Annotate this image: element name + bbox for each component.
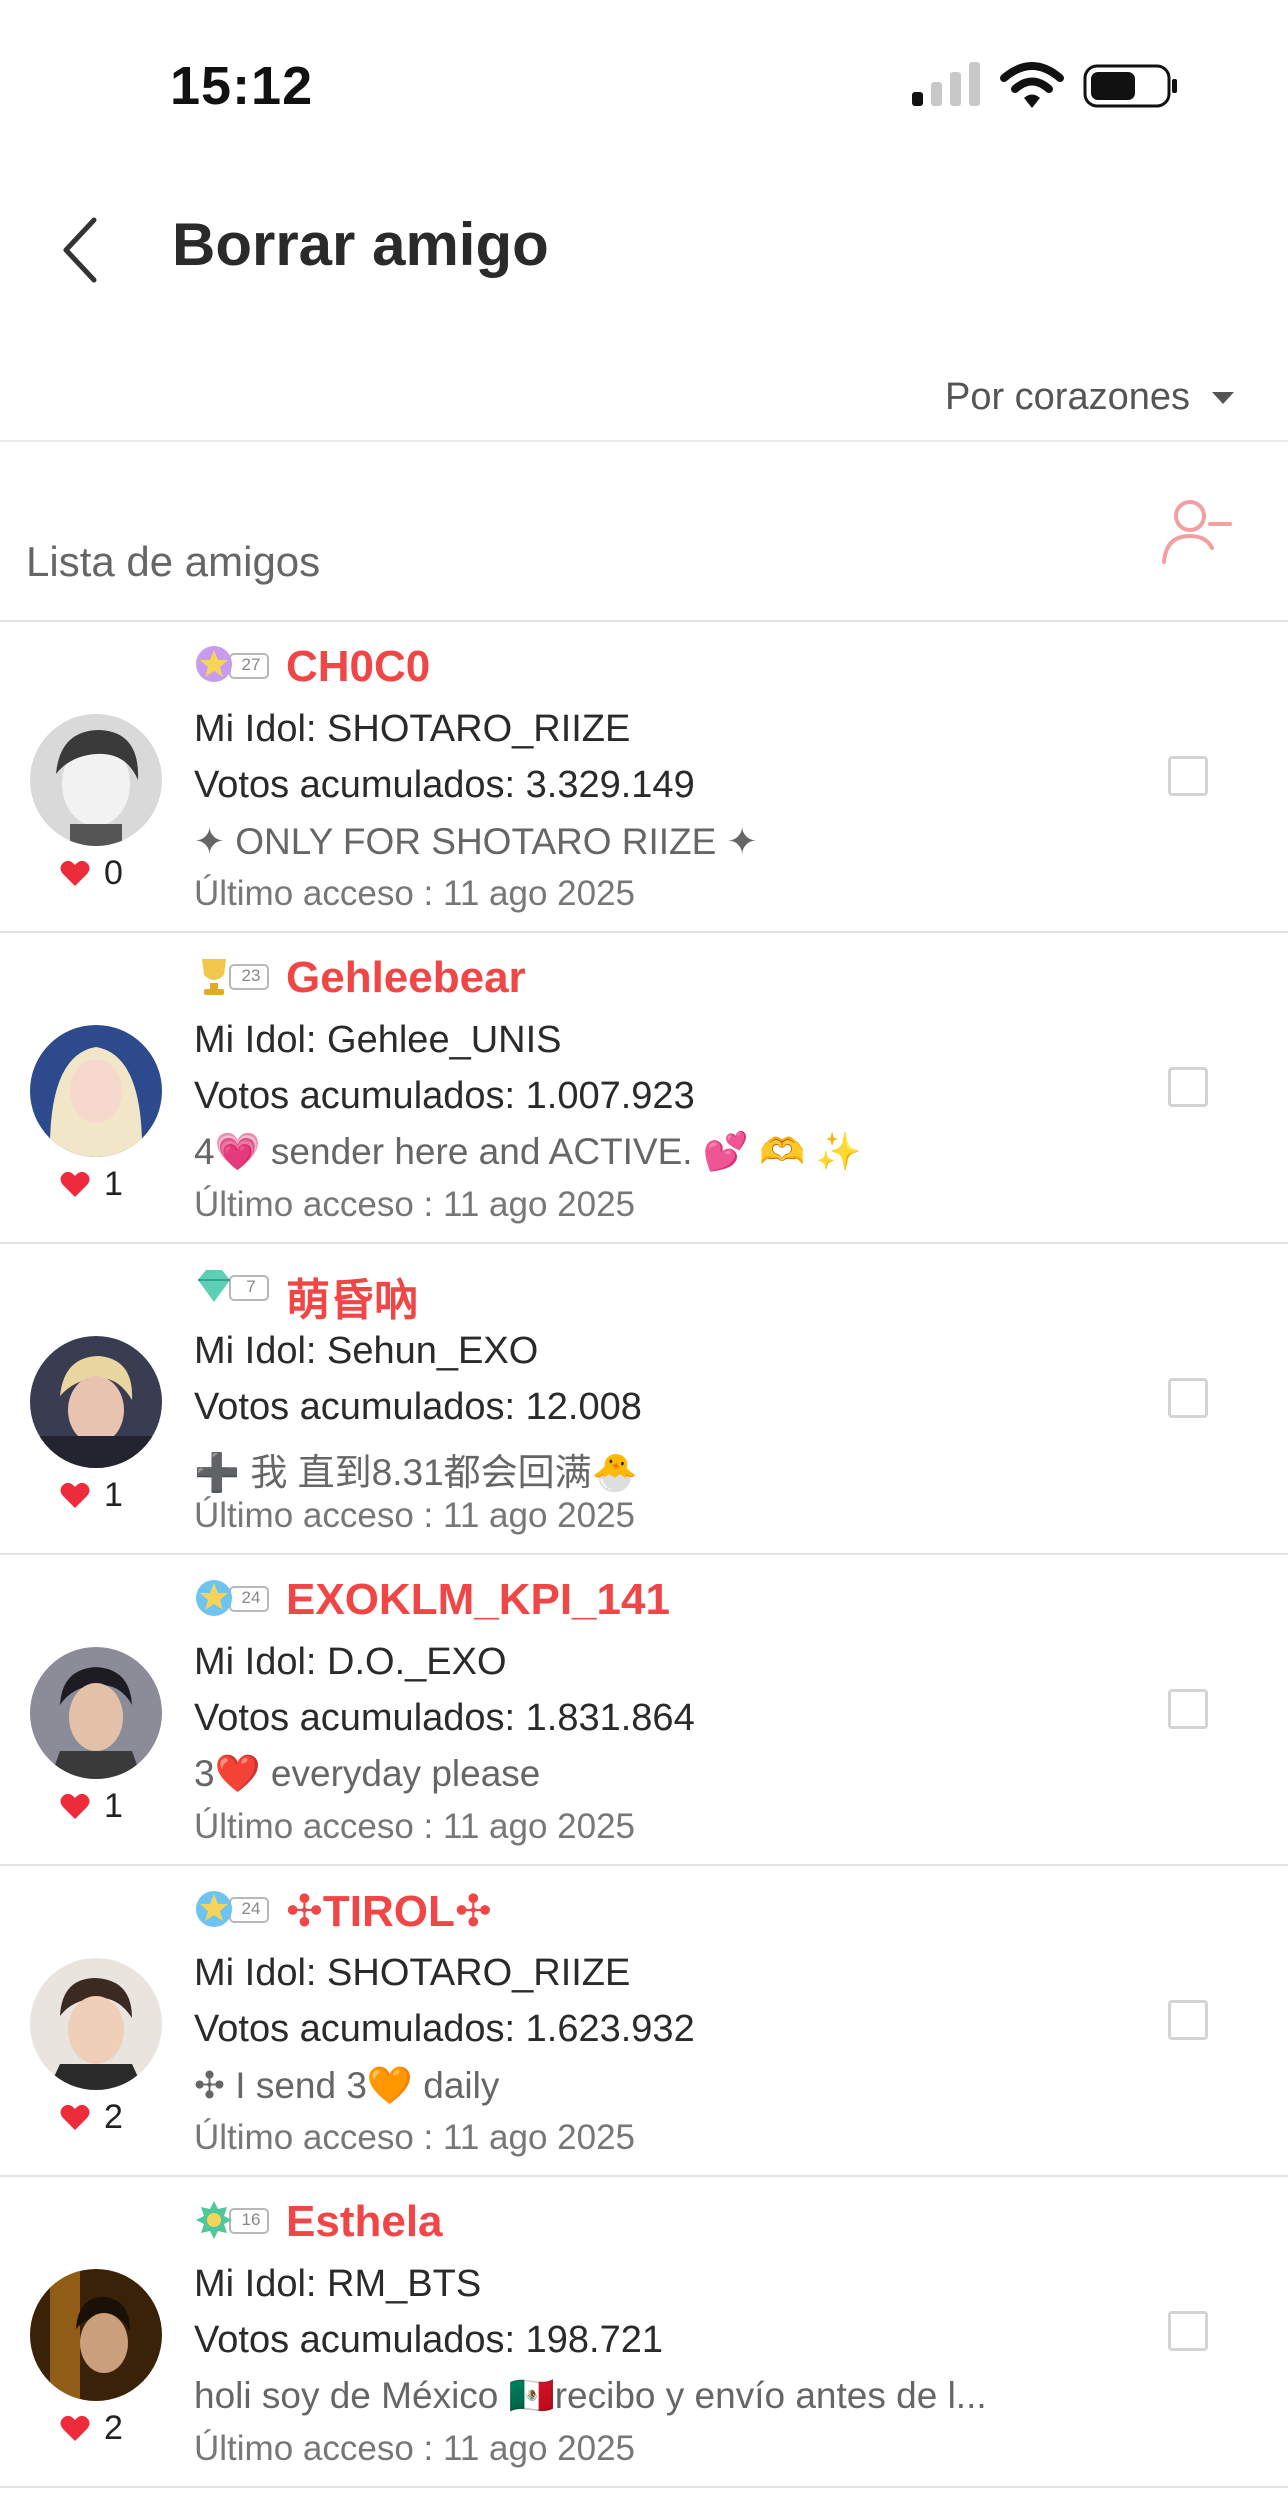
avatar	[30, 1025, 162, 1157]
wifi-icon	[1000, 62, 1064, 108]
last-access: Último acceso : 11 ago 2025	[194, 1185, 636, 1224]
back-button[interactable]	[52, 210, 112, 290]
friend-list: 27 CH0C0 Mi Idol: SHOTARO_RIIZE Votos ac…	[0, 622, 1288, 2488]
badge-level: 27	[241, 655, 261, 674]
select-checkbox[interactable]	[1168, 2311, 1208, 2351]
list-header: Lista de amigos	[0, 442, 1288, 622]
last-access: Último acceso : 11 ago 2025	[194, 2429, 636, 2468]
remove-friend-icon[interactable]	[1160, 496, 1234, 568]
friend-idol: Mi Idol: SHOTARO_RIIZE	[194, 1952, 631, 1994]
badge-level: 7	[246, 1277, 256, 1296]
heart-icon	[60, 860, 90, 886]
select-checkbox[interactable]	[1168, 756, 1208, 796]
friend-bio: ✦ ONLY FOR SHOTARO RIIZE ✦	[194, 821, 758, 862]
friend-votes: Votos acumulados: 3.329.149	[194, 764, 695, 806]
select-checkbox[interactable]	[1168, 1067, 1208, 1107]
friend-votes: Votos acumulados: 198.721	[194, 2319, 664, 2361]
friend-name: 萌昏吶	[286, 1276, 418, 1325]
friend-row[interactable]: 7 萌昏吶 Mi Idol: Sehun_EXO Votos acumulado…	[0, 1244, 1288, 1555]
friend-name: ✣TIROL✣	[286, 1887, 492, 1936]
friend-bio: ✣ I send 3🧡 daily	[194, 2065, 500, 2106]
battery-icon	[1083, 64, 1177, 108]
heart-count: 1	[60, 1787, 123, 1826]
friend-votes: Votos acumulados: 1.831.864	[194, 1697, 695, 1739]
sort-label: Por corazones	[944, 376, 1190, 418]
friend-votes: Votos acumulados: 1.623.932	[194, 2008, 695, 2050]
friend-votes: Votos acumulados: 12.008	[194, 1386, 642, 1428]
friend-name: EXOKLM_KPI_141	[286, 1575, 670, 1624]
heart-count-value: 1	[104, 1476, 123, 1514]
status-bar: 15:12	[0, 0, 1288, 150]
heart-icon	[60, 1793, 90, 1819]
heart-count-value: 2	[104, 2409, 123, 2447]
friend-idol: Mi Idol: SHOTARO_RIIZE	[194, 708, 631, 750]
heart-count-value: 0	[104, 854, 123, 892]
level-badge: 7	[194, 1264, 272, 1310]
friend-name: Gehleebear	[286, 953, 526, 1002]
friend-name: Esthela	[286, 2197, 443, 2246]
friend-idol: Mi Idol: Sehun_EXO	[194, 1330, 539, 1372]
badge-level: 16	[241, 2210, 261, 2229]
last-access: Último acceso : 11 ago 2025	[194, 1807, 636, 1846]
friend-bio: 4💗 sender here and ACTIVE. 💕 🫶 ✨	[194, 1131, 862, 1172]
avatar	[30, 1647, 162, 1779]
heart-count-value: 2	[104, 2098, 123, 2136]
level-badge: 23	[194, 953, 272, 999]
last-access: Último acceso : 11 ago 2025	[194, 2118, 636, 2157]
last-access: Último acceso : 11 ago 2025	[194, 874, 636, 913]
friend-idol: Mi Idol: D.O._EXO	[194, 1641, 507, 1683]
last-access: Último acceso : 11 ago 2025	[194, 1496, 636, 1535]
heart-count: 2	[60, 2409, 123, 2448]
sort-dropdown[interactable]: Por corazones	[945, 376, 1234, 419]
heart-icon	[60, 1171, 90, 1197]
badge-level: 24	[241, 1899, 261, 1918]
heart-count: 2	[60, 2098, 123, 2137]
select-checkbox[interactable]	[1168, 1378, 1208, 1418]
avatar	[30, 714, 162, 846]
badge-level: 23	[241, 966, 261, 985]
signal-icon	[912, 62, 980, 106]
friend-votes: Votos acumulados: 1.007.923	[194, 1075, 695, 1117]
heart-count: 1	[60, 1165, 123, 1204]
level-badge: 24	[194, 1886, 272, 1932]
select-checkbox[interactable]	[1168, 2000, 1208, 2040]
level-badge: 27	[194, 642, 272, 688]
heart-icon	[60, 1482, 90, 1508]
friend-row[interactable]: 16 Esthela Mi Idol: RM_BTS Votos acumula…	[0, 2177, 1288, 2488]
level-badge: 16	[194, 2197, 272, 2243]
heart-icon	[60, 2104, 90, 2130]
avatar	[30, 1958, 162, 2090]
friend-row[interactable]: 23 Gehleebear Mi Idol: Gehlee_UNIS Votos…	[0, 933, 1288, 1244]
sort-row: Por corazones	[0, 360, 1288, 442]
list-title: Lista de amigos	[26, 538, 321, 585]
friend-row[interactable]: 24 ✣TIROL✣ Mi Idol: SHOTARO_RIIZE Votos …	[0, 1866, 1288, 2177]
friend-bio: ➕ 我 直到8.31都会回满🐣	[194, 1452, 638, 1493]
select-checkbox[interactable]	[1168, 1689, 1208, 1729]
chevron-down-icon	[1212, 391, 1234, 404]
friend-bio: 3❤️ everyday please	[194, 1753, 541, 1794]
avatar	[30, 2269, 162, 2401]
friend-row[interactable]: 24 EXOKLM_KPI_141 Mi Idol: D.O._EXO Voto…	[0, 1555, 1288, 1866]
friend-idol: Mi Idol: RM_BTS	[194, 2263, 482, 2305]
avatar	[30, 1336, 162, 1468]
heart-count-value: 1	[104, 1787, 123, 1825]
badge-level: 24	[241, 1588, 261, 1607]
level-badge: 24	[194, 1575, 272, 1621]
heart-count-value: 1	[104, 1165, 123, 1203]
header: Borrar amigo	[0, 180, 1288, 310]
heart-count: 1	[60, 1476, 123, 1515]
friend-row[interactable]: 27 CH0C0 Mi Idol: SHOTARO_RIIZE Votos ac…	[0, 622, 1288, 933]
friend-idol: Mi Idol: Gehlee_UNIS	[194, 1019, 562, 1061]
page-title: Borrar amigo	[172, 211, 549, 278]
status-time: 15:12	[170, 56, 314, 116]
friend-bio: holi soy de México 🇲🇽recibo y envío ante…	[194, 2375, 987, 2416]
friend-name: CH0C0	[286, 642, 431, 691]
heart-icon	[60, 2415, 90, 2441]
heart-count: 0	[60, 854, 123, 893]
